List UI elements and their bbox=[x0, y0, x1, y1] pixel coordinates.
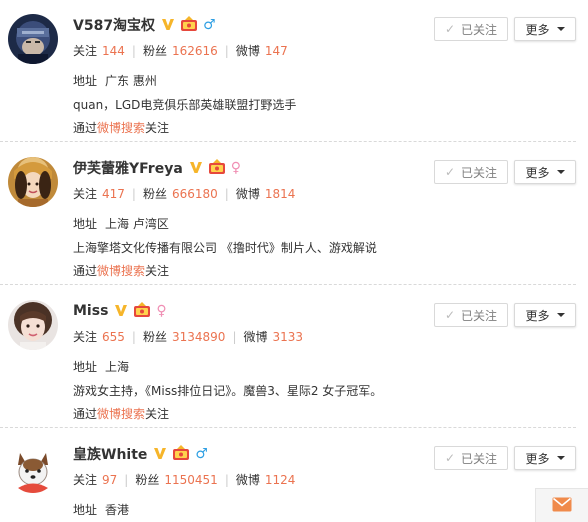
user-name[interactable]: V587淘宝权 bbox=[73, 15, 155, 35]
avatar[interactable] bbox=[8, 157, 58, 207]
check-icon: ✓ bbox=[444, 308, 456, 322]
club-member-icon bbox=[208, 158, 226, 178]
club-member-icon bbox=[172, 444, 190, 464]
avatar[interactable] bbox=[8, 300, 58, 350]
via-line: 通过微博搜索关注 bbox=[73, 407, 170, 421]
address-value: 广东 惠州 bbox=[105, 74, 157, 88]
more-button[interactable]: 更多 bbox=[514, 17, 576, 41]
followed-button[interactable]: ✓ 已关注 bbox=[434, 303, 508, 327]
more-button[interactable]: 更多 bbox=[514, 446, 576, 470]
caret-down-icon bbox=[556, 170, 565, 174]
address-line: 地址 上海 bbox=[73, 360, 130, 374]
divider bbox=[0, 284, 576, 285]
check-icon: ✓ bbox=[444, 22, 456, 36]
user-name[interactable]: 伊芙蕾雅YFreya bbox=[73, 158, 183, 178]
following-count[interactable]: 97 bbox=[102, 473, 117, 487]
check-icon: ✓ bbox=[444, 165, 456, 179]
following-count[interactable]: 655 bbox=[102, 330, 125, 344]
bio: 上海擎塔文化传播有限公司 《撸时代》制片人、游戏解说 bbox=[73, 241, 377, 255]
mail-icon bbox=[552, 497, 572, 515]
fans-count[interactable]: 162616 bbox=[172, 44, 218, 58]
address-line: 地址 广东 惠州 bbox=[73, 74, 157, 88]
user-name[interactable]: Miss bbox=[73, 303, 108, 319]
user-card: 伊芙蕾雅YFreya ♀ 关注 417 | 粉丝 666180 | 微博 1814 地址 上海 … bbox=[0, 143, 588, 285]
check-icon: ✓ bbox=[444, 451, 456, 465]
posts-count[interactable]: 147 bbox=[265, 44, 288, 58]
address-value: 香港 bbox=[105, 503, 130, 517]
user-card: V587淘宝权 ♂ 关注 144 | 粉丝 162616 | 微博 147 地址 广东 惠州 q… bbox=[0, 0, 588, 142]
verified-v-icon bbox=[161, 17, 175, 34]
user-name[interactable]: 皇族White bbox=[73, 444, 147, 464]
address-line: 地址 上海 卢湾区 bbox=[73, 217, 169, 231]
via-line: 通过微博搜索关注 bbox=[73, 264, 170, 278]
user-card: 皇族White ♂ 关注 97 | 粉丝 1150451 | 微博 1124 地址 香港 ✓ 已关… bbox=[0, 429, 588, 522]
followed-button[interactable]: ✓ 已关注 bbox=[434, 17, 508, 41]
fans-count[interactable]: 1150451 bbox=[164, 473, 217, 487]
avatar[interactable] bbox=[8, 443, 58, 493]
posts-count[interactable]: 1124 bbox=[265, 473, 296, 487]
divider bbox=[0, 427, 576, 428]
gender-female-icon: ♀ bbox=[156, 303, 167, 319]
followed-button[interactable]: ✓ 已关注 bbox=[434, 160, 508, 184]
caret-down-icon bbox=[556, 456, 565, 460]
avatar[interactable] bbox=[8, 14, 58, 64]
via-search-link[interactable]: 微博搜索 bbox=[97, 121, 145, 135]
club-member-icon bbox=[133, 301, 151, 321]
gender-male-icon: ♂ bbox=[195, 446, 208, 462]
fans-count[interactable]: 666180 bbox=[172, 187, 218, 201]
message-tab[interactable] bbox=[535, 488, 588, 522]
fans-count[interactable]: 3134890 bbox=[172, 330, 225, 344]
via-search-link[interactable]: 微博搜索 bbox=[97, 264, 145, 278]
posts-count[interactable]: 1814 bbox=[265, 187, 296, 201]
posts-count[interactable]: 3133 bbox=[273, 330, 304, 344]
divider bbox=[0, 141, 576, 142]
address-value: 上海 卢湾区 bbox=[105, 217, 169, 231]
address-value: 上海 bbox=[105, 360, 130, 374]
more-button[interactable]: 更多 bbox=[514, 303, 576, 327]
via-line: 通过微博搜索关注 bbox=[73, 121, 170, 135]
gender-male-icon: ♂ bbox=[203, 17, 216, 33]
address-line: 地址 香港 bbox=[73, 503, 130, 517]
following-count[interactable]: 417 bbox=[102, 187, 125, 201]
user-stats: 关注 417 | 粉丝 666180 | 微博 1814 bbox=[73, 187, 296, 201]
more-button[interactable]: 更多 bbox=[514, 160, 576, 184]
caret-down-icon bbox=[556, 27, 565, 31]
user-stats: 关注 655 | 粉丝 3134890 | 微博 3133 bbox=[73, 330, 304, 344]
verified-v-icon bbox=[189, 160, 203, 177]
caret-down-icon bbox=[556, 313, 565, 317]
following-count[interactable]: 144 bbox=[102, 44, 125, 58]
verified-v-icon bbox=[114, 303, 128, 320]
user-stats: 关注 97 | 粉丝 1150451 | 微博 1124 bbox=[73, 473, 296, 487]
club-member-icon bbox=[180, 15, 198, 35]
verified-v-icon bbox=[153, 446, 167, 463]
via-search-link[interactable]: 微博搜索 bbox=[97, 407, 145, 421]
user-stats: 关注 144 | 粉丝 162616 | 微博 147 bbox=[73, 44, 288, 58]
user-card: Miss ♀ 关注 655 | 粉丝 3134890 | 微博 3133 地址 上海 游戏女主持… bbox=[0, 286, 588, 428]
followed-button[interactable]: ✓ 已关注 bbox=[434, 446, 508, 470]
bio: quan，LGD电竞俱乐部英雄联盟打野选手 bbox=[73, 98, 297, 112]
gender-female-icon: ♀ bbox=[230, 160, 242, 176]
bio: 游戏女主持，《Miss排位日记》。魔兽3、星际2 女子冠军。 bbox=[73, 384, 383, 398]
